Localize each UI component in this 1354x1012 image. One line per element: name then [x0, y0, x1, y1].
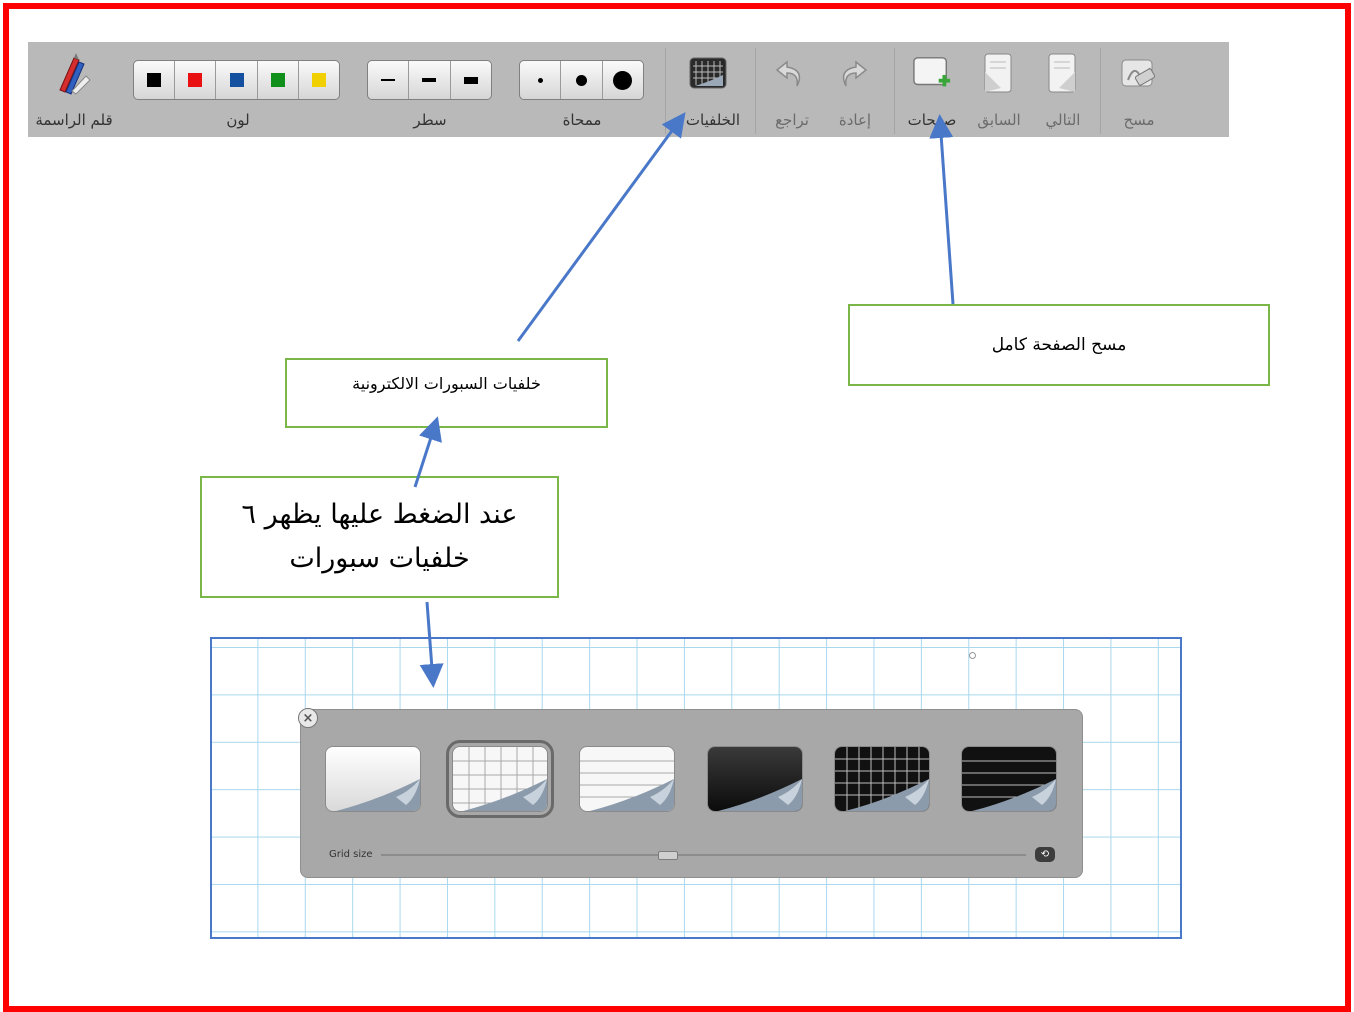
undo-group[interactable]: تراجع	[762, 42, 822, 137]
color-swatch-yellow[interactable]	[297, 61, 339, 99]
callout-on-click-line1: عند الضغط عليها يظهر ٦	[241, 499, 518, 530]
grid-size-slider-track[interactable]	[381, 854, 1026, 856]
callout-clear-page-text: مسح الصفحة كامل	[991, 335, 1127, 355]
eraser-large[interactable]	[601, 61, 643, 99]
callout-on-click-line2: خلفيات سبورات	[289, 543, 470, 574]
color-swatch-blue[interactable]	[215, 61, 256, 99]
whiteboard-toolbar: قلم الراسمة لون سطر ممحاة الخلفيات تراجع…	[28, 42, 1229, 137]
eraser-medium[interactable]	[560, 61, 601, 99]
toolbar-divider	[755, 48, 756, 134]
background-chooser-panel: × Grid size ⟲	[298, 708, 1083, 878]
callout-on-click: عند الضغط عليها يظهر ٦ خلفيات سبورات	[200, 476, 559, 598]
pen-label: قلم الراسمة	[35, 111, 113, 129]
line-label: سطر	[413, 111, 447, 129]
color-swatch-red[interactable]	[174, 61, 215, 99]
next-label: التالي	[1045, 111, 1081, 129]
color-label: لون	[226, 111, 250, 129]
color-swatch-green[interactable]	[256, 61, 298, 99]
callout-clear-page: مسح الصفحة كامل	[848, 304, 1270, 386]
grid-size-label: Grid size	[329, 849, 373, 860]
pen-icon[interactable]	[52, 53, 92, 95]
next-page-icon[interactable]	[1042, 53, 1082, 94]
eraser-small[interactable]	[520, 61, 560, 99]
eraser-group: ممحاة	[519, 42, 645, 137]
pen-group[interactable]: قلم الراسمة	[28, 42, 120, 137]
close-icon[interactable]: ×	[298, 708, 318, 728]
clear-icon[interactable]	[1118, 54, 1158, 94]
previous-label: السابق	[977, 111, 1021, 129]
background-option-white-plain[interactable]	[325, 746, 421, 812]
background-option-black-grid[interactable]	[834, 746, 930, 812]
new-page-icon[interactable]	[912, 54, 952, 94]
redo-label: إعادة	[838, 111, 872, 129]
background-option-white-grid[interactable]	[446, 740, 554, 818]
pages-group[interactable]: صفحات	[900, 42, 964, 137]
redo-group[interactable]: إعادة	[825, 42, 885, 137]
color-swatch-black[interactable]	[134, 61, 174, 99]
callout-backgrounds: خلفيات السبورات الالكترونية	[285, 358, 608, 428]
background-option-black-plain[interactable]	[707, 746, 803, 812]
clear-group[interactable]: مسح	[1108, 42, 1170, 137]
undo-label: تراجع	[775, 111, 809, 129]
reset-icon[interactable]: ⟲	[1035, 847, 1055, 862]
canvas-dot	[969, 652, 976, 659]
line-medium[interactable]	[408, 61, 449, 99]
next-group[interactable]: التالي	[1032, 42, 1094, 137]
previous-page-icon[interactable]	[978, 53, 1018, 94]
grid-size-slider-handle[interactable]	[658, 851, 678, 860]
toolbar-divider	[665, 48, 666, 134]
color-selector[interactable]	[133, 60, 340, 100]
background-icon[interactable]	[688, 54, 728, 94]
line-thin[interactable]	[368, 61, 408, 99]
backgrounds-group[interactable]: الخلفيات	[672, 42, 754, 137]
eraser-size-selector[interactable]	[519, 60, 644, 100]
line-group: سطر	[367, 42, 493, 137]
toolbar-divider	[1100, 48, 1101, 134]
redo-icon[interactable]	[833, 54, 873, 94]
line-width-selector[interactable]	[367, 60, 492, 100]
eraser-label: ممحاة	[562, 111, 602, 129]
background-option-black-lined[interactable]	[961, 746, 1057, 812]
pages-label: صفحات	[907, 111, 957, 129]
clear-label: مسح	[1123, 111, 1155, 129]
toolbar-divider	[894, 48, 895, 134]
backgrounds-label: الخلفيات	[685, 111, 741, 129]
color-group: لون	[133, 42, 343, 137]
previous-group[interactable]: السابق	[968, 42, 1030, 137]
line-thick[interactable]	[449, 61, 491, 99]
callout-backgrounds-text: خلفيات السبورات الالكترونية	[352, 374, 541, 393]
undo-icon[interactable]	[770, 54, 810, 94]
background-option-white-lined[interactable]	[579, 746, 675, 812]
